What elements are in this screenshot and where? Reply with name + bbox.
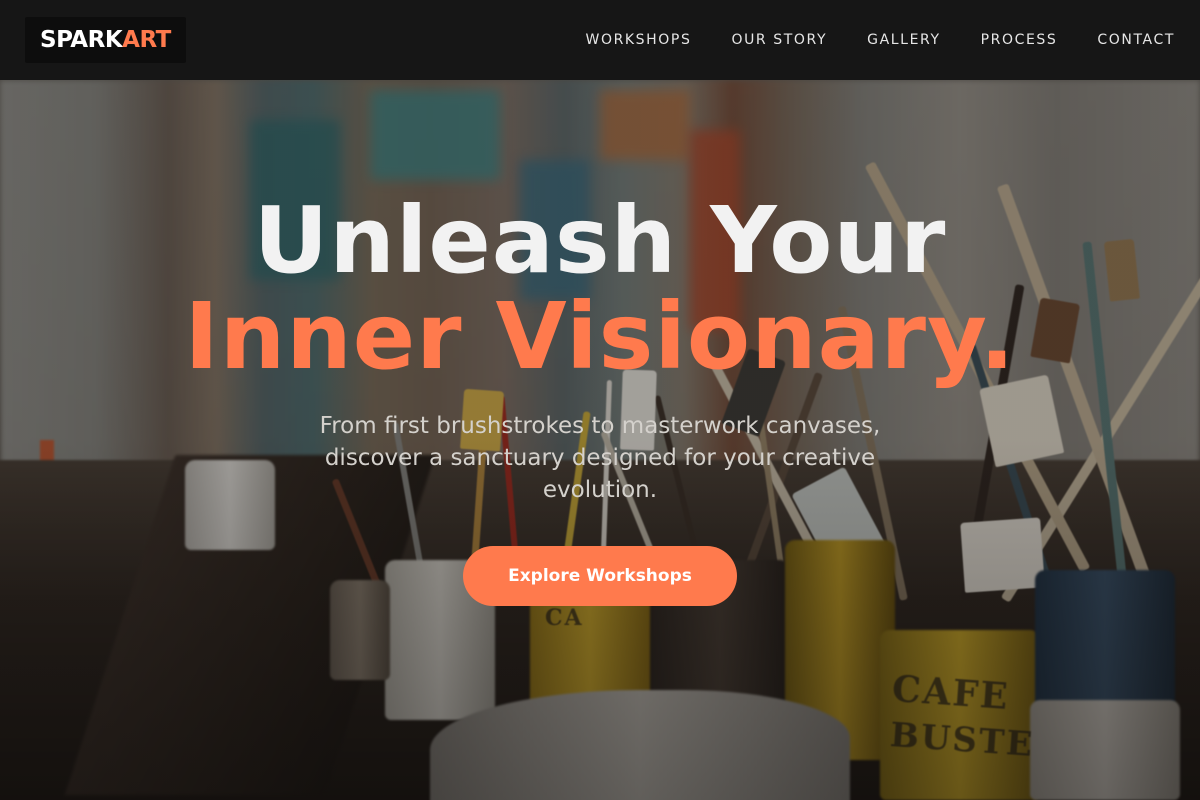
nav-link-workshops[interactable]: WORKSHOPS [586, 32, 692, 48]
hero-section: Unleash Your Inner Visionary. From first… [0, 80, 1200, 800]
landing-page: CAFE BUSTE CA SPARKART WORKSHOPS OUR STO… [0, 0, 1200, 800]
nav-link-contact[interactable]: CONTACT [1097, 32, 1175, 48]
brand-logo[interactable]: SPARKART [25, 17, 186, 63]
headline-line-1: Unleash Your [253, 187, 947, 294]
headline-line-2: Inner Visionary. [184, 283, 1016, 390]
top-navbar: SPARKART WORKSHOPS OUR STORY GALLERY PRO… [0, 0, 1200, 80]
logo-text-accent: ART [122, 27, 171, 53]
hero-headline: Unleash Your Inner Visionary. [0, 193, 1200, 385]
hero-subtitle: From first brushstrokes to masterwork ca… [319, 413, 881, 503]
nav-link-process[interactable]: PROCESS [981, 32, 1058, 48]
nav-link-gallery[interactable]: GALLERY [867, 32, 940, 48]
nav-link-our-story[interactable]: OUR STORY [731, 32, 827, 48]
explore-workshops-button[interactable]: Explore Workshops [463, 546, 737, 606]
logo-text-primary: SPARK [40, 27, 123, 53]
nav-links: WORKSHOPS OUR STORY GALLERY PROCESS CONT… [586, 32, 1175, 48]
